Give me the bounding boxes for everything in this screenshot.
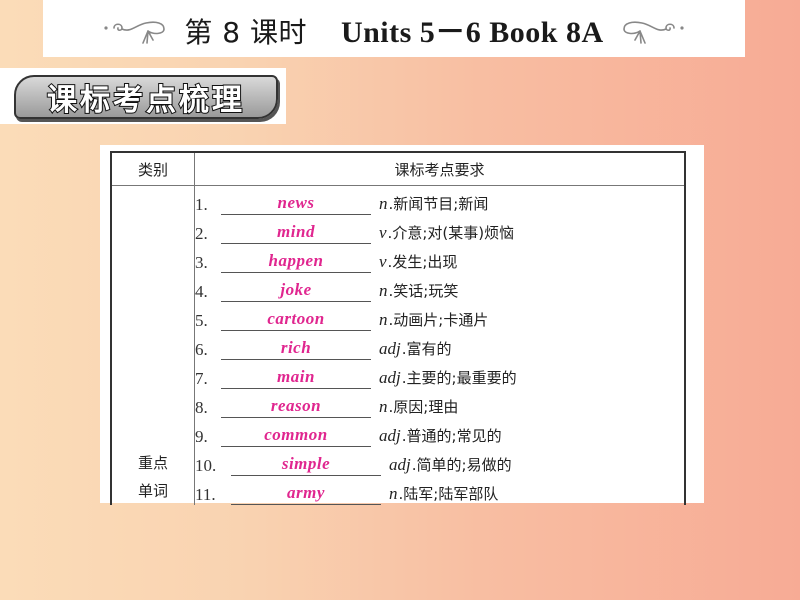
item-number: 6.: [195, 340, 208, 359]
meaning: 新闻节目;新闻: [393, 195, 489, 213]
answer-blank: army: [231, 482, 381, 505]
table-body-row: 重点 单词 1. news n.新闻节目;新闻 2. mind v.介意;对(某事)烦恼 3…: [110, 185, 686, 505]
item-definition: n.动画片;卡通片: [379, 309, 488, 331]
answer-blank: simple: [231, 453, 381, 476]
item-definition: v.介意;对(某事)烦恼: [379, 222, 514, 244]
part-of-speech: adj: [379, 339, 401, 358]
item-definition: adj.富有的: [379, 338, 452, 360]
item-definition: adj.普通的;常见的: [379, 425, 502, 447]
item-definition: v.发生;出现: [379, 251, 457, 273]
items-cell: 1. news n.新闻节目;新闻 2. mind v.介意;对(某事)烦恼 3. happe…: [194, 185, 686, 505]
item-number: 10.: [195, 456, 217, 475]
part-of-speech: adj: [389, 455, 411, 474]
vocab-item: 10. simple adj.简单的;易做的: [195, 447, 684, 476]
answer-blank: mind: [221, 221, 371, 244]
answer-blank: common: [221, 424, 371, 447]
vocab-item: 11. army n.陆军;陆军部队: [195, 476, 684, 505]
vocab-item: 8. reason n.原因;理由: [195, 389, 684, 418]
vocab-item: 2. mind v.介意;对(某事)烦恼: [195, 215, 684, 244]
lesson-number: 第 8 课时: [184, 15, 307, 49]
item-number: 1.: [195, 195, 208, 214]
category-label-line2: 单词: [137, 482, 168, 500]
vocab-item: 6. rich adj.富有的: [195, 331, 684, 360]
vocab-item: 1. news n.新闻节目;新闻: [195, 186, 684, 215]
part-of-speech: adj: [379, 368, 401, 387]
vocab-item: 5. cartoon n.动画片;卡通片: [195, 302, 684, 331]
item-definition: adj.主要的;最重要的: [379, 367, 517, 389]
flourish-icon: [104, 20, 166, 44]
answer-blank: main: [221, 366, 371, 389]
title-banner: 第 8 课时 Units 5－6 Book 8A: [43, 0, 745, 57]
item-number: 7.: [195, 369, 208, 388]
item-number: 5.: [195, 311, 208, 330]
answer-blank: reason: [221, 395, 371, 418]
table-header-row: 类别 课标考点要求: [110, 151, 686, 186]
vocabulary-table: 类别 课标考点要求 重点 单词 1. news n.新闻节目;新闻 2. mind v.介…: [110, 151, 686, 505]
part-of-speech: v: [379, 223, 387, 242]
meaning: 陆军;陆军部队: [403, 485, 499, 503]
item-number: 3.: [195, 253, 208, 272]
item-definition: n.原因;理由: [379, 396, 458, 418]
meaning: 简单的;易做的: [416, 456, 512, 474]
item-number: 4.: [195, 282, 208, 301]
part-of-speech: n: [379, 397, 388, 416]
vocab-item: 4. joke n.笑话;玩笑: [195, 273, 684, 302]
part-of-speech: n: [379, 194, 388, 213]
meaning: 富有的: [406, 340, 452, 358]
vocab-item: 3. happen v.发生;出现: [195, 244, 684, 273]
item-definition: n.陆军;陆军部队: [389, 483, 498, 505]
vocab-item: 9. common adj.普通的;常见的: [195, 418, 684, 447]
part-of-speech: v: [379, 252, 387, 271]
part-of-speech: n: [379, 310, 388, 329]
section-badge-container: 课标考点梳理: [0, 68, 286, 124]
item-number: 9.: [195, 427, 208, 446]
meaning: 主要的;最重要的: [406, 369, 517, 387]
part-of-speech: n: [379, 281, 388, 300]
item-number: 2.: [195, 224, 208, 243]
item-number: 11.: [195, 485, 216, 504]
answer-blank: cartoon: [221, 308, 371, 331]
vocab-item: 7. main adj.主要的;最重要的: [195, 360, 684, 389]
section-badge-label: 课标考点梳理: [46, 82, 245, 119]
meaning: 普通的;常见的: [406, 427, 502, 445]
meaning: 介意;对(某事)烦恼: [392, 224, 515, 242]
answer-blank: joke: [221, 279, 371, 302]
section-badge: 课标考点梳理: [14, 75, 278, 119]
answer-blank: happen: [221, 250, 371, 273]
answer-blank: rich: [221, 337, 371, 360]
meaning: 笑话;玩笑: [393, 282, 459, 300]
part-of-speech: adj: [379, 426, 401, 445]
meaning: 原因;理由: [393, 398, 459, 416]
vocabulary-panel: 类别 课标考点要求 重点 单词 1. news n.新闻节目;新闻 2. mind v.介…: [100, 145, 704, 505]
item-definition: adj.简单的;易做的: [389, 454, 512, 476]
flourish-icon: [622, 20, 684, 44]
item-definition: n.笑话;玩笑: [379, 280, 458, 302]
units-title: Units 5－6 Book 8A: [340, 15, 604, 49]
item-definition: n.新闻节目;新闻: [379, 193, 488, 215]
item-number: 8.: [195, 398, 208, 417]
meaning: 动画片;卡通片: [393, 311, 489, 329]
category-label-line1: 重点: [137, 454, 168, 472]
answer-blank: news: [221, 192, 371, 215]
header-category: 类别: [110, 151, 195, 186]
page-title: 第 8 课时 Units 5－6 Book 8A: [184, 7, 603, 51]
header-requirement: 课标考点要求: [194, 151, 686, 186]
part-of-speech: n: [389, 484, 398, 503]
meaning: 发生;出现: [392, 253, 458, 271]
category-cell: 重点 单词: [110, 185, 195, 505]
